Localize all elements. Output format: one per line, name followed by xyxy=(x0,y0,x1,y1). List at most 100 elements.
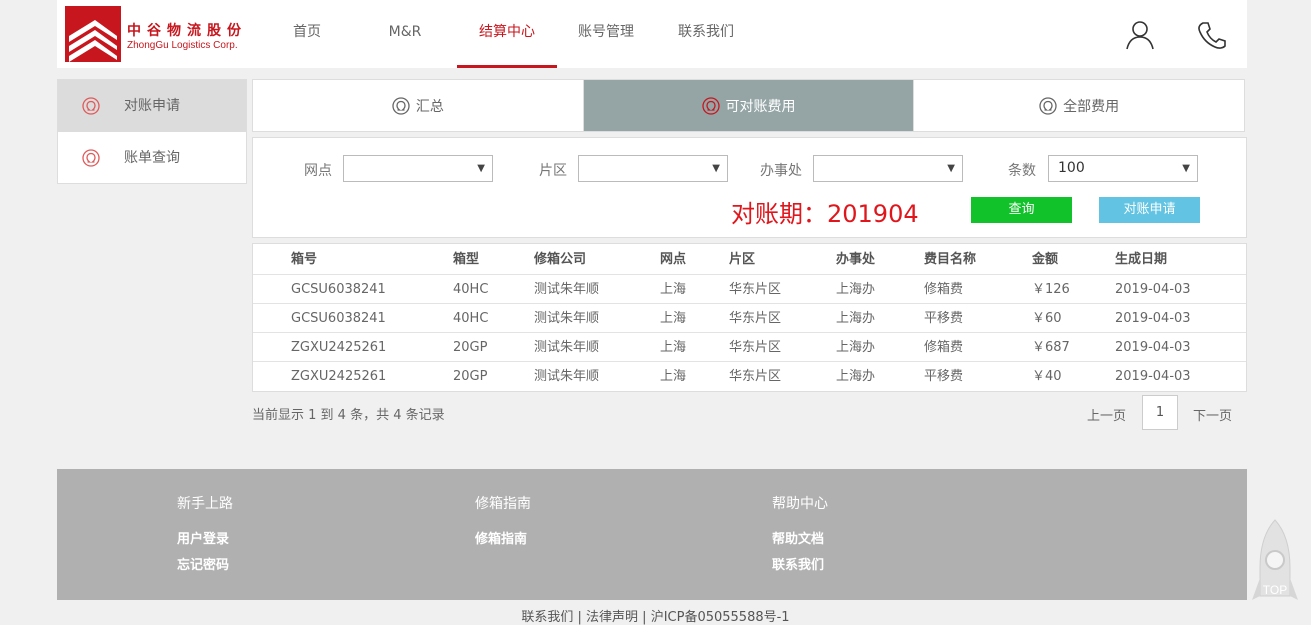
table-row[interactable]: GCSU6038241 40HC 测试朱年顺 上海 华东片区 上海办 修箱费 ￥… xyxy=(253,275,1246,304)
fee-tabs: 汇总 可对账费用 全部费用 xyxy=(252,79,1245,132)
cell-station: 上海 xyxy=(660,311,687,326)
footer-col-help-center: 帮助中心 帮助文档 联系我们 xyxy=(772,493,828,580)
sidebar-item-label: 账单查询 xyxy=(124,150,180,166)
footer-col-getting-started: 新手上路 用户登录 忘记密码 xyxy=(177,493,233,580)
cell-station: 上海 xyxy=(660,282,687,297)
footer-link-forgot-password[interactable]: 忘记密码 xyxy=(177,554,233,580)
omega-icon xyxy=(82,149,100,167)
back-to-top-rocket-icon[interactable]: TOP xyxy=(1250,518,1300,618)
station-select[interactable]: ▼ xyxy=(343,155,493,182)
cell-amount: ￥60 xyxy=(1032,311,1062,326)
column-header: 片区 xyxy=(729,252,756,267)
cell-area: 华东片区 xyxy=(729,282,782,297)
logo-mark-icon xyxy=(65,6,121,62)
footer-col-repair-guide: 修箱指南 修箱指南 xyxy=(475,493,531,554)
omega-icon xyxy=(1039,96,1057,115)
office-select[interactable]: ▼ xyxy=(813,155,963,182)
cell-container-no: ZGXU2425261 xyxy=(291,340,387,355)
caret-down-icon: ▼ xyxy=(712,163,720,174)
nav-home[interactable]: 首页 xyxy=(283,0,331,68)
count-select-value: 100 xyxy=(1058,160,1085,176)
footer-link-login[interactable]: 用户登录 xyxy=(177,528,233,554)
footer: 新手上路 用户登录 忘记密码 修箱指南 修箱指南 帮助中心 帮助文档 联系我们 xyxy=(57,469,1247,600)
cell-office: 上海办 xyxy=(836,311,876,326)
omega-icon xyxy=(392,96,410,115)
tab-label: 汇总 xyxy=(415,98,444,115)
page-number-button[interactable]: 1 xyxy=(1142,395,1178,430)
area-select[interactable]: ▼ xyxy=(578,155,728,182)
sidebar-item-bill-query[interactable]: 账单查询 xyxy=(58,132,246,184)
cell-area: 华东片区 xyxy=(729,369,782,384)
column-header: 费目名称 xyxy=(924,252,977,267)
cell-container-no: ZGXU2425261 xyxy=(291,369,387,384)
table-row[interactable]: GCSU6038241 40HC 测试朱年顺 上海 华东片区 上海办 平移费 ￥… xyxy=(253,304,1246,333)
cell-created-date: 2019-04-03 xyxy=(1115,282,1191,297)
sidebar-item-reconciliation-apply[interactable]: 对账申请 xyxy=(58,80,246,132)
column-header: 金额 xyxy=(1032,252,1059,267)
column-header: 修箱公司 xyxy=(534,252,587,267)
footer-link-contact-us[interactable]: 联系我们 xyxy=(772,554,828,580)
fee-table: 箱号 箱型 修箱公司 网点 片区 办事处 费目名称 金额 生成日期 GCSU60… xyxy=(252,243,1247,392)
nav-account-management[interactable]: 账号管理 xyxy=(571,0,641,68)
cell-station: 上海 xyxy=(660,340,687,355)
footer-col-title: 新手上路 xyxy=(177,496,233,512)
sidebar-item-label: 对账申请 xyxy=(124,98,180,114)
cell-created-date: 2019-04-03 xyxy=(1115,311,1191,326)
column-header: 网点 xyxy=(660,252,687,267)
nav-contact-us[interactable]: 联系我们 xyxy=(671,0,741,68)
area-label: 片区 xyxy=(539,163,567,179)
cell-created-date: 2019-04-03 xyxy=(1115,340,1191,355)
tab-label: 全部费用 xyxy=(1063,98,1120,115)
caret-down-icon: ▼ xyxy=(947,163,955,174)
omega-icon xyxy=(701,96,720,115)
reconciliation-apply-button[interactable]: 对账申请 xyxy=(1099,197,1200,223)
footer-col-title: 修箱指南 xyxy=(475,496,531,512)
station-label: 网点 xyxy=(304,163,332,179)
record-summary: 当前显示 1 到 4 条，共 4 条记录 xyxy=(252,408,445,423)
copyright-bar: 联系我们 | 法律声明 | 沪ICP备05055588号-1 xyxy=(521,610,790,625)
logo-text-cn: 中谷物流股份 xyxy=(127,23,247,39)
top-label: TOP xyxy=(1263,583,1287,597)
count-select[interactable]: 100 ▼ xyxy=(1048,155,1198,182)
phone-icon[interactable] xyxy=(1195,18,1229,52)
column-header: 办事处 xyxy=(836,252,876,267)
table-row[interactable]: ZGXU2425261 20GP 测试朱年顺 上海 华东片区 上海办 平移费 ￥… xyxy=(253,362,1246,391)
cell-container-no: GCSU6038241 xyxy=(291,282,386,297)
nav-mr[interactable]: M&R xyxy=(375,0,435,68)
cell-repair-company: 测试朱年顺 xyxy=(534,282,600,297)
cell-repair-company: 测试朱年顺 xyxy=(534,369,600,384)
reconciliation-period: 对账期：201904 xyxy=(731,200,919,228)
column-header: 箱号 xyxy=(291,252,318,267)
omega-icon xyxy=(82,97,100,115)
user-icon[interactable] xyxy=(1123,18,1157,52)
column-header: 箱型 xyxy=(453,252,480,267)
tab-reconcilable-fees[interactable]: 可对账费用 xyxy=(583,80,915,131)
cell-office: 上海办 xyxy=(836,369,876,384)
cell-office: 上海办 xyxy=(836,282,876,297)
footer-link-help-docs[interactable]: 帮助文档 xyxy=(772,528,828,554)
cell-container-type: 40HC xyxy=(453,311,489,326)
cell-container-no: GCSU6038241 xyxy=(291,311,386,326)
header: 中谷物流股份 ZhongGu Logistics Corp. 首页 M&R 结算… xyxy=(57,0,1247,68)
footer-link-repair-guide[interactable]: 修箱指南 xyxy=(475,528,531,554)
cell-amount: ￥40 xyxy=(1032,369,1062,384)
cell-area: 华东片区 xyxy=(729,340,782,355)
nav-settlement-center[interactable]: 结算中心 xyxy=(457,0,557,68)
cell-fee-name: 修箱费 xyxy=(924,282,964,297)
logo[interactable]: 中谷物流股份 ZhongGu Logistics Corp. xyxy=(65,6,255,62)
footer-col-title: 帮助中心 xyxy=(772,496,828,512)
cell-container-type: 20GP xyxy=(453,369,488,384)
tab-summary[interactable]: 汇总 xyxy=(253,80,584,131)
query-button[interactable]: 查询 xyxy=(971,197,1072,223)
sidebar: 对账申请 账单查询 xyxy=(57,79,247,184)
cell-container-type: 20GP xyxy=(453,340,488,355)
filter-panel: 网点 ▼ 片区 ▼ 办事处 ▼ 条数 100 ▼ 对账期：201904 查询 对… xyxy=(252,137,1247,238)
cell-area: 华东片区 xyxy=(729,311,782,326)
tab-all-fees[interactable]: 全部费用 xyxy=(914,80,1244,131)
next-page-button[interactable]: 下一页 xyxy=(1193,405,1232,424)
logo-text-en: ZhongGu Logistics Corp. xyxy=(127,40,238,51)
table-row[interactable]: ZGXU2425261 20GP 测试朱年顺 上海 华东片区 上海办 修箱费 ￥… xyxy=(253,333,1246,362)
prev-page-button[interactable]: 上一页 xyxy=(1087,405,1126,424)
count-label: 条数 xyxy=(1008,163,1036,179)
office-label: 办事处 xyxy=(760,163,802,179)
